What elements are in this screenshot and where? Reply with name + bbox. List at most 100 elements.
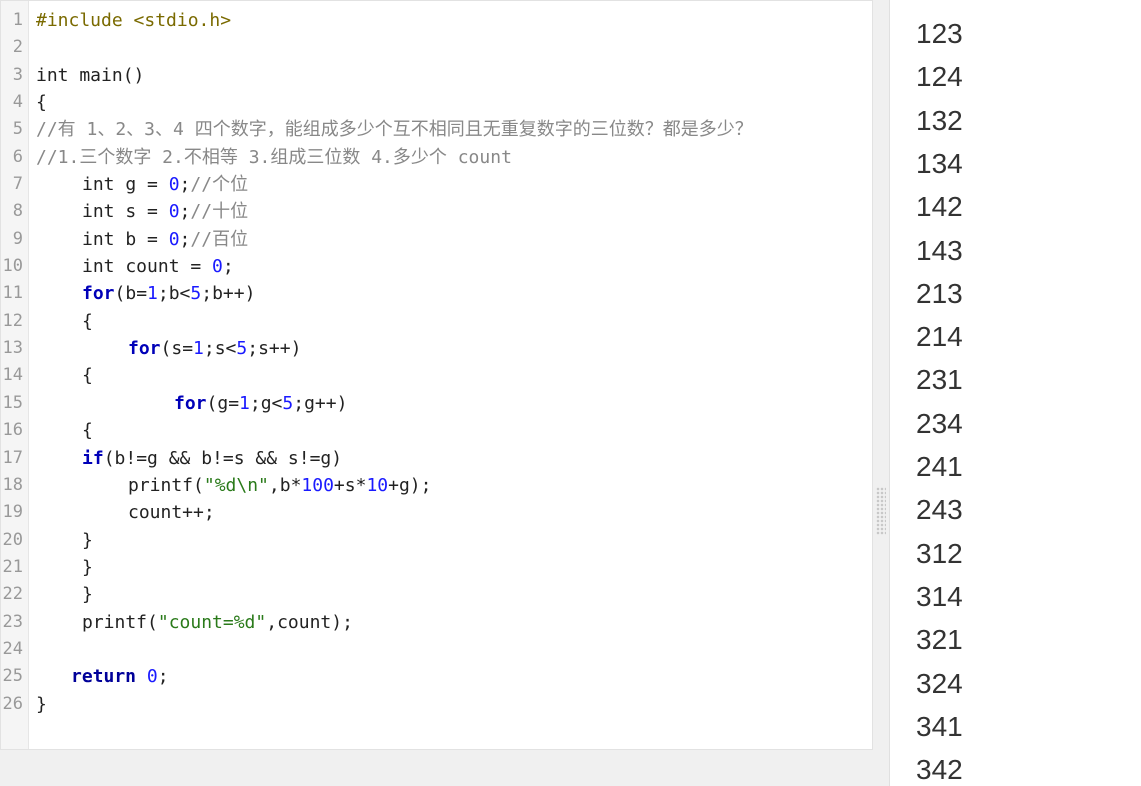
output-line: 231: [916, 364, 963, 395]
code-token: ;: [157, 666, 169, 688]
code-text: if(b!=g && b!=s && s!=g): [82, 445, 342, 472]
code-token: (s=: [160, 338, 194, 360]
line-number: 20: [2, 529, 23, 550]
code-comment: //百位: [190, 228, 249, 250]
output-line: 314: [916, 581, 963, 612]
code-token: int g =: [82, 174, 169, 196]
code-keyword: for: [82, 283, 115, 305]
code-number: 10: [366, 474, 389, 496]
pane-splitter[interactable]: [873, 0, 889, 786]
code-line: 18 printf("%d\n",b*100+s*10+g);: [1, 472, 872, 499]
code-editor[interactable]: 1 #include <stdio.h> 2 3 int main() 4{ 5//…: [0, 0, 873, 750]
line-number: 6: [12, 146, 23, 167]
code-number: 0: [168, 201, 180, 223]
code-line: 20}: [1, 527, 872, 554]
code-text: {: [82, 365, 93, 387]
code-line: 21}: [1, 554, 872, 581]
code-keyword: for: [174, 392, 207, 414]
code-number: 100: [301, 474, 334, 496]
code-text: #include <stdio.h>: [36, 10, 232, 31]
line-number: 26: [2, 693, 23, 714]
code-text: int main(): [36, 64, 145, 86]
output-line: 213: [916, 278, 963, 309]
code-keyword: return: [71, 666, 137, 688]
code-text: int s = 0;//十位: [82, 198, 248, 225]
line-number: 16: [2, 420, 23, 441]
code-text: for(b=1;b<5;b++): [82, 280, 255, 307]
code-line: 13 for(s=1;s<5;s++): [1, 335, 872, 362]
code-line: 12 {: [1, 308, 872, 335]
code-text: {: [36, 92, 47, 114]
code-text: }: [36, 693, 47, 715]
line-number: 7: [12, 174, 23, 195]
splitter-grip-icon[interactable]: [876, 487, 886, 535]
code-keyword: if: [82, 447, 104, 469]
code-text: {: [82, 310, 93, 332]
code-number: 5: [282, 392, 294, 414]
code-line: 17 if(b!=g && b!=s && s!=g): [1, 445, 872, 472]
code-token: +g);: [388, 474, 432, 496]
code-token: ;: [179, 174, 191, 196]
code-number: 0: [168, 174, 180, 196]
line-number: 2: [12, 37, 23, 58]
editor-bottom-bar: [0, 750, 889, 786]
code-token: ;b++): [201, 283, 256, 305]
code-token: int b =: [82, 228, 169, 250]
line-number: 10: [2, 256, 23, 277]
code-line: 25 return 0;: [1, 663, 872, 690]
code-number: 5: [190, 283, 202, 305]
code-text: }: [82, 584, 93, 606]
line-number: 17: [2, 447, 23, 468]
code-token: printf(: [128, 474, 204, 496]
code-token: int s =: [82, 201, 169, 223]
line-number: 23: [2, 611, 23, 632]
code-token: +s*: [333, 474, 367, 496]
line-number: 9: [12, 228, 23, 249]
code-token: ;: [179, 201, 191, 223]
output-line: 143: [916, 235, 963, 266]
code-text: return 0;: [71, 663, 169, 690]
code-line: 5 //有 1、2、3、4 四个数字，能组成多少个互不相同且无重复数字的三位数？都…: [1, 116, 872, 143]
code-text: }: [82, 529, 93, 551]
output-line: 324: [916, 668, 963, 699]
line-number: 14: [2, 365, 23, 386]
code-text: {: [82, 420, 93, 442]
code-line: 11 for(b=1;b<5;b++): [1, 280, 872, 307]
output-line: 132: [916, 105, 963, 136]
output-panel: 123 124 132 134 142 143 213 214 231 234 …: [889, 0, 1141, 786]
line-number: 12: [2, 310, 23, 331]
line-number: 3: [12, 64, 23, 85]
line-number: 19: [2, 502, 23, 523]
code-number: 0: [212, 256, 223, 278]
code-number: 1: [193, 338, 204, 360]
line-number: 11: [2, 283, 23, 304]
output-line: 341: [916, 711, 963, 742]
output-line: 123: [916, 18, 963, 49]
line-number: 1: [12, 10, 23, 30]
code-line: 26}: [1, 691, 872, 718]
code-line: 6 //1.三个数字 2.不相等 3.组成三位数 4.多少个 count: [1, 144, 872, 171]
code-line: 19 count++;: [1, 499, 872, 526]
code-token: ;s++): [247, 338, 302, 360]
code-comment: //1.三个数字 2.不相等 3.组成三位数 4.多少个 count: [36, 146, 512, 168]
output-line: 342: [916, 754, 963, 785]
code-string: "count=%d": [157, 611, 267, 633]
code-line: 23 printf("count=%d",count);: [1, 609, 872, 636]
code-number: 1: [147, 283, 158, 305]
code-line: 4{: [1, 89, 872, 116]
line-number: 13: [2, 338, 23, 359]
code-text: printf("%d\n",b*100+s*10+g);: [128, 472, 431, 499]
code-line: 22}: [1, 581, 872, 608]
code-line: 9 int b = 0;//百位: [1, 226, 872, 253]
code-line: 15 for(g=1;g<5;g++): [1, 390, 872, 417]
code-text: count++;: [128, 502, 215, 524]
code-text: int g = 0;//个位: [82, 171, 248, 198]
code-text: int b = 0;//百位: [82, 226, 248, 253]
code-text: for(g=1;g<5;g++): [174, 390, 347, 417]
code-text: }: [82, 556, 93, 578]
code-token: ;g++): [293, 392, 348, 414]
code-token: ;: [179, 228, 191, 250]
code-token: int count =: [82, 256, 213, 278]
line-number: 25: [2, 666, 23, 687]
code-text: for(s=1;s<5;s++): [128, 335, 301, 362]
